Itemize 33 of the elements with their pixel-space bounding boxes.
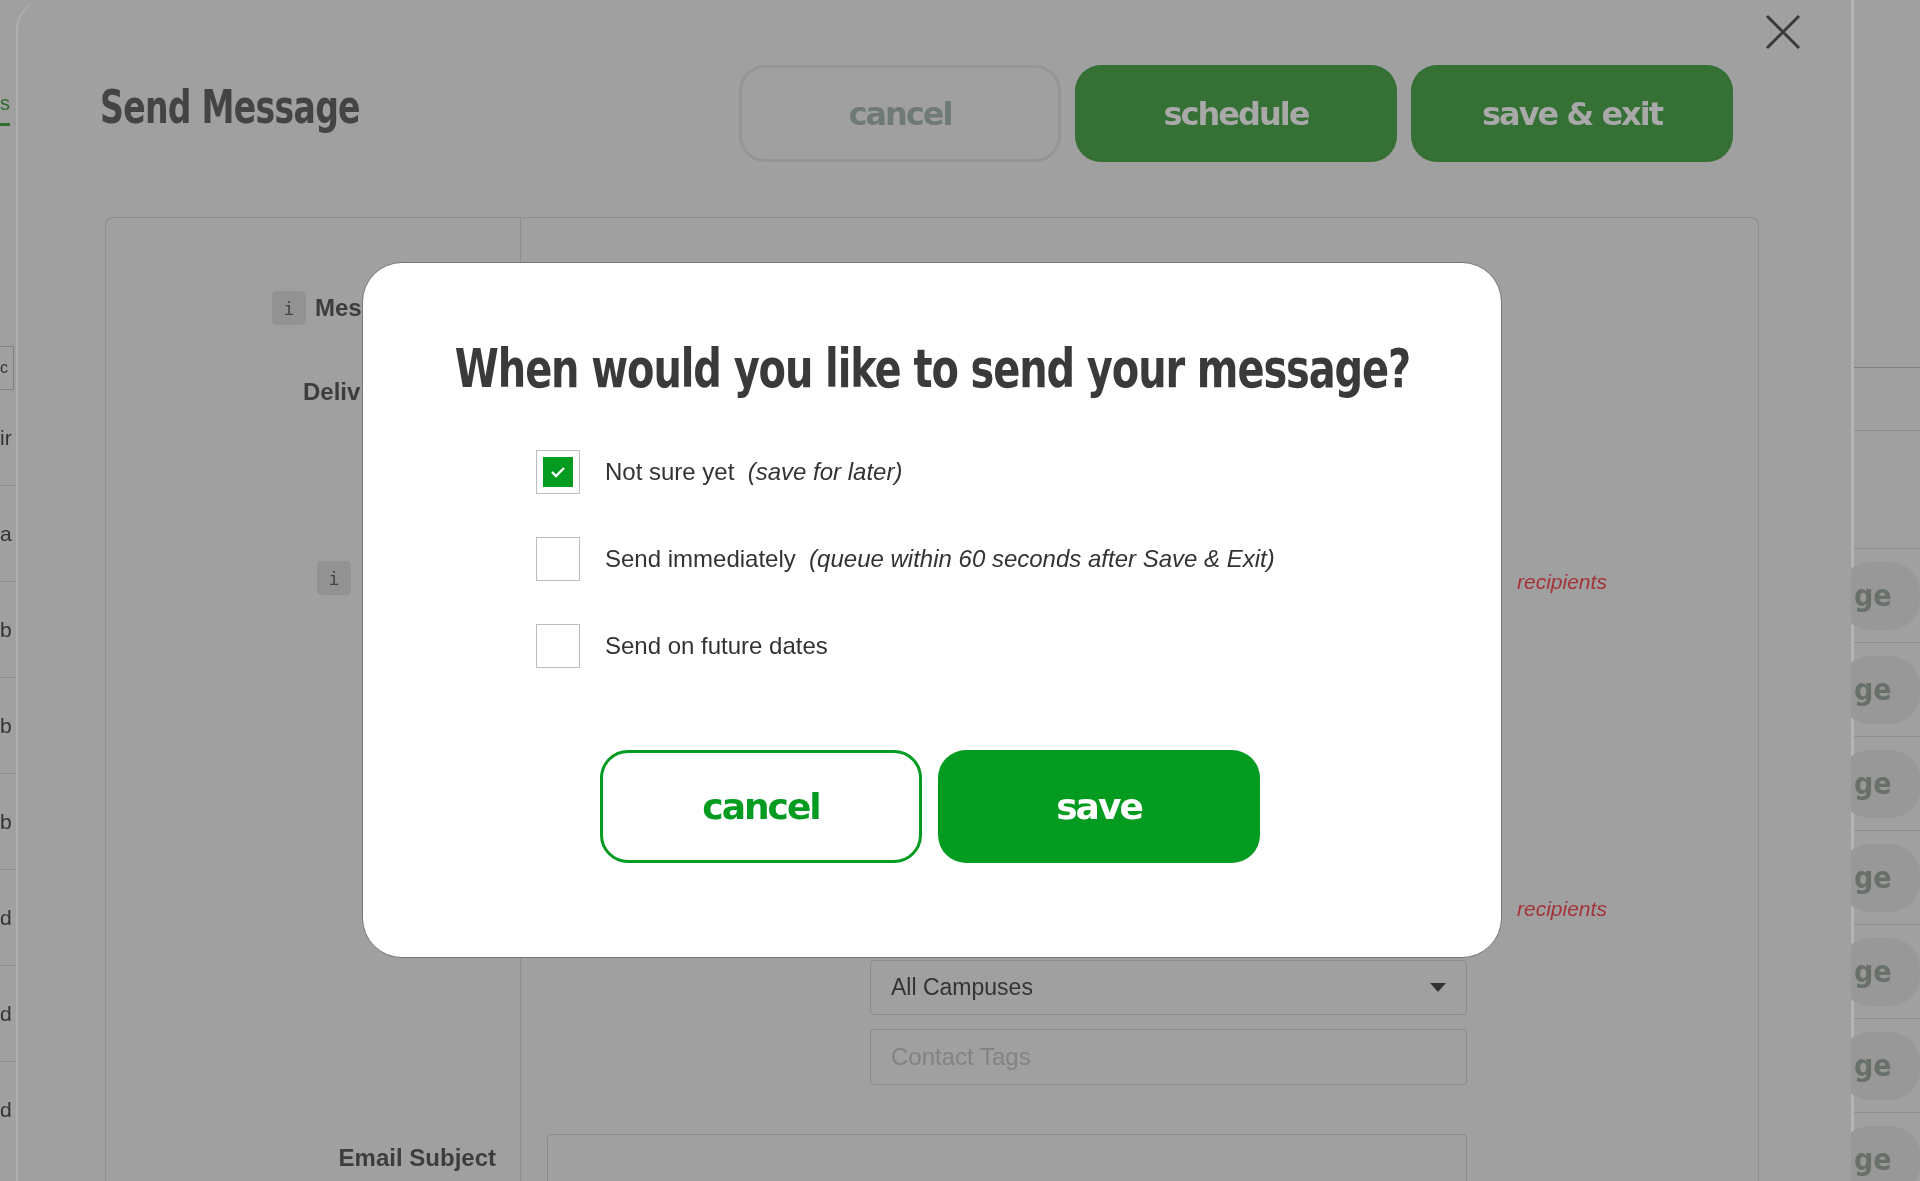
header-button[interactable]: save & exit	[1411, 65, 1733, 162]
table-cell: d	[0, 905, 12, 930]
field-label: Mes	[315, 294, 362, 322]
recipient-count: recipients	[1517, 570, 1607, 594]
dialog-title: When would you like to send your message?	[454, 337, 1410, 400]
dialog-button[interactable]: cancel	[600, 750, 922, 863]
check-icon	[543, 457, 573, 487]
field-label: Deliv	[303, 378, 361, 405]
recipient-count: recipients	[1517, 897, 1607, 921]
table-cell: b	[0, 713, 12, 738]
info-badge[interactable]: i	[317, 561, 351, 595]
option-label[interactable]: Not sure yet (save for later)	[605, 458, 903, 486]
input-field[interactable]: c	[0, 346, 14, 390]
table-cell: ir	[0, 425, 12, 450]
info-badge[interactable]: i	[272, 291, 306, 325]
option-label[interactable]: Send immediately (queue within 60 seconds after Save & Exit)	[605, 545, 1275, 573]
modal-title: Send Message	[100, 80, 360, 134]
table-cell: b	[0, 809, 12, 834]
checkbox[interactable]	[536, 450, 580, 494]
checkbox[interactable]	[536, 537, 580, 581]
caret-icon	[1430, 983, 1446, 992]
table-cell: d	[0, 1097, 12, 1122]
close-icon[interactable]	[1765, 14, 1801, 50]
field-label: Email Subject	[338, 1144, 496, 1171]
checkbox[interactable]	[536, 624, 580, 668]
campus-select[interactable]: All Campuses	[870, 960, 1467, 1015]
table-cell: d	[0, 1001, 12, 1026]
table-cell: b	[0, 617, 12, 642]
header-button[interactable]: schedule	[1075, 65, 1397, 162]
table-cell: a	[0, 521, 12, 546]
option-label[interactable]: Send on future dates	[605, 632, 828, 660]
dialog-button[interactable]: save	[938, 750, 1260, 863]
nav-tab[interactable]: s	[0, 92, 10, 126]
